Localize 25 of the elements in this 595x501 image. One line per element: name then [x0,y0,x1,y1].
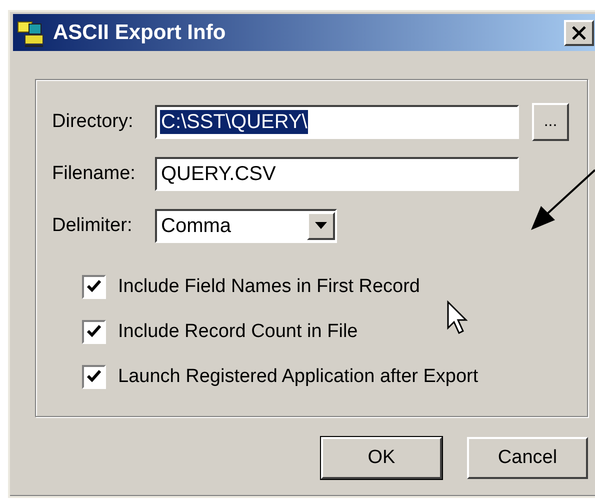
window-title: ASCII Export Info [53,20,227,44]
checkbox-label[interactable]: Include Field Names in First Record [118,276,420,298]
close-button[interactable] [564,20,594,46]
dialog-button[interactable]: Cancel [467,437,588,479]
checkbox[interactable] [82,364,106,388]
mouse-cursor-icon [446,300,470,336]
text-field[interactable]: QUERY.CSV [155,156,519,190]
checkmark-icon [87,325,101,338]
dialog-button[interactable]: OK [321,437,442,479]
checkbox[interactable] [82,320,106,344]
field-value: C:\SST\QUERY\ [160,110,308,134]
browse-button[interactable]: ... [532,102,569,140]
close-icon [571,26,587,40]
checkmark-icon [87,280,101,293]
checkbox-label[interactable]: Launch Registered Application after Export [118,366,478,388]
checkmark-icon [87,370,101,383]
text-field[interactable]: C:\SST\QUERY\ [155,104,519,138]
dropdown-arrow-icon [315,222,327,229]
field-label: Directory: [52,110,134,132]
delimiter-dropdown[interactable]: Comma [155,208,337,242]
checkbox[interactable] [82,274,106,298]
field-value: QUERY.CSV [160,162,277,186]
field-label: Delimiter: [52,214,134,236]
field-label: Filename: [52,162,136,184]
checkbox-label[interactable]: Include Record Count in File [118,320,358,342]
